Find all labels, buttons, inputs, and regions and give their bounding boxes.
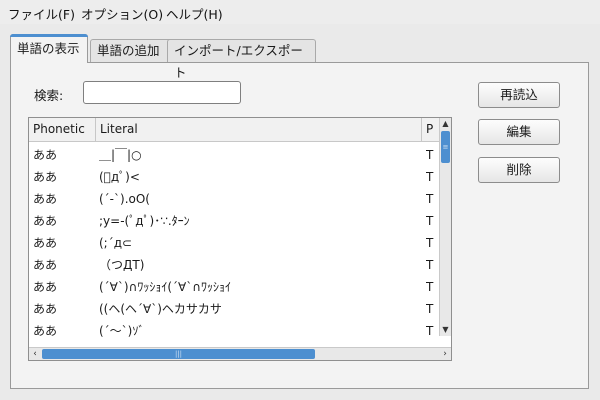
tab-view-words[interactable]: 単語の表示 <box>10 34 88 63</box>
horizontal-scroll-thumb[interactable]: ||| <box>42 349 315 359</box>
scroll-up-icon[interactable]: ▲ <box>440 118 451 130</box>
column-header-p[interactable]: P <box>421 118 441 141</box>
cell-p: T <box>426 236 434 250</box>
cell-p: T <box>426 170 434 184</box>
cell-phonetic: ああ <box>33 280 58 294</box>
table-row[interactable]: ああ (;´д⊂ T <box>29 232 441 254</box>
cell-literal: （つДT) <box>99 258 145 272</box>
cell-literal: (´～`)ｿﾞ <box>99 324 145 338</box>
table-row[interactable]: ああ (´-`).oO( T <box>29 188 441 210</box>
tab-add-word[interactable]: 単語の追加 <box>90 39 173 62</box>
table-row[interactable]: ああ ((ヘ(ヘ´∀`)ヘカサカサ T <box>29 298 441 320</box>
cell-literal: ;y=-(ﾟдﾟ)･∵.ﾀｰﾝ <box>99 214 190 228</box>
cell-p: T <box>426 324 434 338</box>
menu-options[interactable]: オプション(O) <box>81 4 163 23</box>
column-header-literal[interactable]: Literal <box>95 118 421 141</box>
cell-p: T <box>426 148 434 162</box>
cell-p: T <box>426 214 434 228</box>
cell-literal: ((ヘ(ヘ´∀`)ヘカサカサ <box>99 302 222 316</box>
table-row[interactable]: ああ (ﾟдﾟ)< T <box>29 166 441 188</box>
cell-phonetic: ああ <box>33 214 58 228</box>
cell-phonetic: ああ <box>33 236 58 250</box>
cell-p: T <box>426 302 434 316</box>
delete-button[interactable]: 削除 <box>478 157 560 183</box>
table-row[interactable]: ああ (´∀`)∩ﾜｯｼｮｲ(´∀`∩ﾜｯｼｮｲ T <box>29 276 441 298</box>
menu-bar: ファイル(F) オプション(O) ヘルプ(H) <box>0 0 600 24</box>
cell-p: T <box>426 192 434 206</box>
cell-phonetic: ああ <box>33 324 58 338</box>
cell-p: T <box>426 280 434 294</box>
horizontal-scrollbar[interactable]: ‹ ||| › <box>29 347 451 360</box>
search-input[interactable] <box>83 81 241 104</box>
scroll-down-icon[interactable]: ▼ <box>440 324 451 336</box>
cell-literal: (´∀`)∩ﾜｯｼｮｲ(´∀`∩ﾜｯｼｮｲ <box>99 280 232 294</box>
cell-phonetic: ああ <box>33 170 58 184</box>
cell-phonetic: ああ <box>33 148 58 162</box>
menu-file[interactable]: ファイル(F) <box>8 4 75 23</box>
cell-phonetic: ああ <box>33 302 58 316</box>
vertical-scrollbar[interactable]: ▲ ≡ ▼ <box>439 118 451 336</box>
cell-literal: (´-`).oO( <box>99 192 150 206</box>
list-header: Phonetic Literal P <box>29 118 441 142</box>
cell-phonetic: ああ <box>33 258 58 272</box>
menu-help[interactable]: ヘルプ(H) <box>166 4 223 23</box>
table-row[interactable]: ああ （つДT) T <box>29 254 441 276</box>
cell-p: T <box>426 258 434 272</box>
scroll-left-icon[interactable]: ‹ <box>29 348 41 360</box>
table-row[interactable]: ああ ;y=-(ﾟдﾟ)･∵.ﾀｰﾝ T <box>29 210 441 232</box>
scroll-right-icon[interactable]: › <box>439 348 451 360</box>
vertical-scroll-thumb[interactable]: ≡ <box>441 131 450 163</box>
reload-button[interactable]: 再読込 <box>478 82 560 108</box>
cell-literal: (ﾟдﾟ)< <box>99 170 140 184</box>
edit-button[interactable]: 編集 <box>478 119 560 145</box>
word-list[interactable]: Phonetic Literal P ああ ＿|￣|○ T ああ (ﾟдﾟ)< T ああ (´… <box>28 117 452 361</box>
cell-literal: ＿|￣|○ <box>99 148 142 162</box>
tab-import-export[interactable]: インポート/エクスポート <box>167 39 316 80</box>
column-header-phonetic[interactable]: Phonetic <box>29 118 95 141</box>
cell-literal: (;´д⊂ <box>99 236 133 250</box>
table-row[interactable]: ああ ＿|￣|○ T <box>29 144 441 166</box>
cell-phonetic: ああ <box>33 192 58 206</box>
search-label: 検索: <box>34 88 64 103</box>
table-row[interactable]: ああ (´～`)ｿﾞ T <box>29 320 441 342</box>
